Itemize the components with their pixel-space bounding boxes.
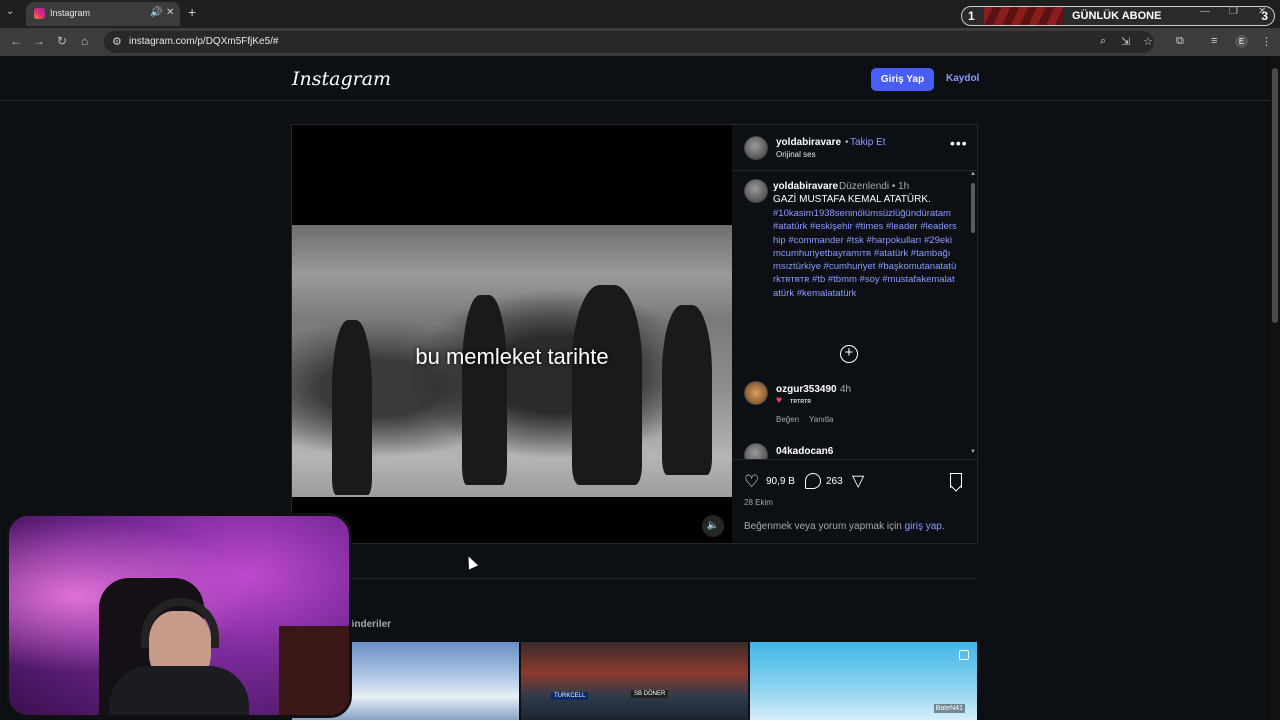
page-scrollbar[interactable]	[1270, 56, 1280, 720]
address-bar[interactable]: ⚙ instagram.com/p/DQXm5FfjKe5/#	[104, 31, 1154, 53]
thumbnail-watermark: BateN41	[933, 704, 965, 713]
section-divider	[291, 578, 978, 579]
comments-scrollbar[interactable]: ▲ ▼	[969, 171, 977, 459]
heart-icon[interactable]: ♡	[744, 472, 759, 492]
forward-icon[interactable]: →	[33, 34, 45, 48]
comment-icon[interactable]	[805, 473, 821, 489]
like-count[interactable]: 90,9 B	[766, 476, 795, 487]
media-control-icon[interactable]: ≡	[1211, 35, 1217, 47]
thumbnail-sign-text: TURKCELL	[551, 692, 589, 700]
webcam-overlay	[6, 513, 352, 718]
author-avatar[interactable]	[744, 136, 768, 160]
url-text: instagram.com/p/DQXm5FfjKe5/#	[129, 36, 279, 47]
more-icon[interactable]: •••	[950, 135, 968, 151]
comments-section: yoldabiravare Düzenlendi • 1h GAZİ MUSTA…	[732, 171, 977, 459]
comment-avatar[interactable]	[744, 381, 768, 405]
carousel-icon	[959, 650, 969, 660]
login-prompt-end: .	[941, 521, 945, 532]
speaker-icon[interactable]: 🔈	[702, 515, 724, 537]
login-prompt-text: Beğenmek veya yorum yapmak için	[744, 521, 905, 532]
comment-username[interactable]: 04kadocan6	[776, 446, 833, 457]
daily-subscriber-banner: 1 GÜNLÜK ABONE 3	[961, 6, 1275, 26]
thumbnail-sign-text: SB DÖNER	[631, 690, 669, 698]
comment-like-link[interactable]: Beğen	[776, 415, 799, 424]
browser-tab[interactable]: Instagram 🔊 ✕	[26, 2, 180, 26]
instagram-favicon-icon	[34, 8, 45, 19]
comment-count: 263	[826, 476, 843, 487]
more-post-thumbnail[interactable]: BateN41	[750, 642, 977, 720]
zoom-icon[interactable]: ⌕	[1100, 35, 1106, 48]
browser-toolbar: ← → ↻ ⌂ ⚙ instagram.com/p/DQXm5FfjKe5/# …	[0, 28, 1280, 56]
video-player[interactable]: bu memleket tarihte 🔈	[292, 125, 732, 543]
tab-audio-icon[interactable]: 🔊	[150, 7, 162, 18]
tab-close-icon[interactable]: ✕	[166, 7, 174, 18]
extensions-icon[interactable]: ⧉	[1176, 35, 1184, 48]
scroll-down-icon[interactable]: ▼	[970, 449, 976, 455]
caption-hashtags[interactable]: #10kasim1938seninölümsüzlüğündüratam #at…	[773, 207, 958, 300]
share-icon[interactable]: ▽	[852, 471, 864, 491]
caption-title: GAZİ MUSTAFA KEMAL ATATÜRK.	[773, 194, 931, 205]
reload-icon[interactable]: ↻	[57, 34, 67, 48]
caption-edited-time: Düzenlendi • 1h	[839, 181, 910, 192]
install-icon[interactable]: ⇲	[1121, 35, 1130, 48]
post-sidebar: yoldabiravare • Takip Et Orijinal ses ••…	[732, 125, 977, 543]
follow-button[interactable]: Takip Et	[850, 137, 886, 148]
post-actions: ♡ 90,9 B 263 ▽ 28 Ekim Beğenmek veya yor…	[732, 459, 977, 543]
comment-text: ᴛʀᴛʀᴛʀ	[790, 398, 811, 405]
banner-left-number: 1	[968, 9, 975, 23]
comment-reply-link[interactable]: Yanıtla	[809, 415, 833, 424]
audio-label[interactable]: Orijinal ses	[776, 150, 816, 159]
caption-avatar[interactable]	[744, 179, 768, 203]
post-date: 28 Ekim	[744, 498, 773, 507]
login-prompt-link[interactable]: giriş yap	[905, 521, 942, 532]
caption-username[interactable]: yoldabiravare	[773, 181, 838, 192]
bookmark-icon[interactable]	[950, 473, 962, 488]
comment-username[interactable]: ozgur353490	[776, 384, 837, 395]
signup-link[interactable]: Kaydol	[946, 73, 979, 84]
author-username[interactable]: yoldabiravare	[776, 137, 841, 148]
comment-time: 4h	[840, 384, 852, 395]
tab-title: Instagram	[50, 8, 91, 18]
login-prompt: Beğenmek veya yorum yapmak için giriş ya…	[744, 521, 945, 532]
heart-emoji-icon: ♥	[776, 395, 782, 406]
more-post-thumbnail[interactable]: TURKCELL SB DÖNER	[521, 642, 748, 720]
new-tab-icon[interactable]: +	[188, 4, 196, 20]
scroll-thumb[interactable]	[971, 183, 975, 233]
maximize-icon[interactable]: ❐	[1229, 6, 1238, 17]
site-info-icon[interactable]: ⚙	[112, 35, 122, 48]
video-subtitle: bu memleket tarihte	[415, 344, 609, 369]
post-header: yoldabiravare • Takip Et Orijinal ses ••…	[732, 125, 977, 171]
profile-avatar[interactable]: E	[1235, 35, 1248, 48]
plus-circle-icon[interactable]: +	[840, 345, 858, 363]
page-scroll-thumb[interactable]	[1272, 68, 1278, 323]
banner-progress-stripes	[984, 7, 1064, 25]
banner-label: GÜNLÜK ABONE	[1072, 10, 1162, 22]
comment-avatar[interactable]	[744, 443, 768, 459]
login-button[interactable]: Giriş Yap	[871, 68, 934, 91]
browser-menu-icon[interactable]: ⋮	[1261, 35, 1272, 48]
tab-search-icon[interactable]: ⌄	[6, 6, 14, 17]
browser-tab-bar: ⌄ Instagram 🔊 ✕ + 1 GÜNLÜK ABONE 3 — ❐ ✕	[0, 0, 1280, 28]
post-container: bu memleket tarihte 🔈 yoldabiravare • Ta…	[291, 124, 978, 544]
separator-dot: •	[845, 137, 849, 148]
instagram-header: Instagram Giriş Yap Kaydol	[0, 56, 1270, 101]
instagram-logo[interactable]: Instagram	[292, 68, 391, 90]
home-icon[interactable]: ⌂	[81, 34, 88, 48]
window-close-icon[interactable]: ✕	[1258, 6, 1266, 17]
back-icon[interactable]: ←	[10, 34, 22, 48]
minimize-icon[interactable]: —	[1200, 6, 1210, 17]
bookmark-star-icon[interactable]: ☆	[1143, 35, 1153, 48]
scroll-up-icon[interactable]: ▲	[970, 171, 976, 177]
